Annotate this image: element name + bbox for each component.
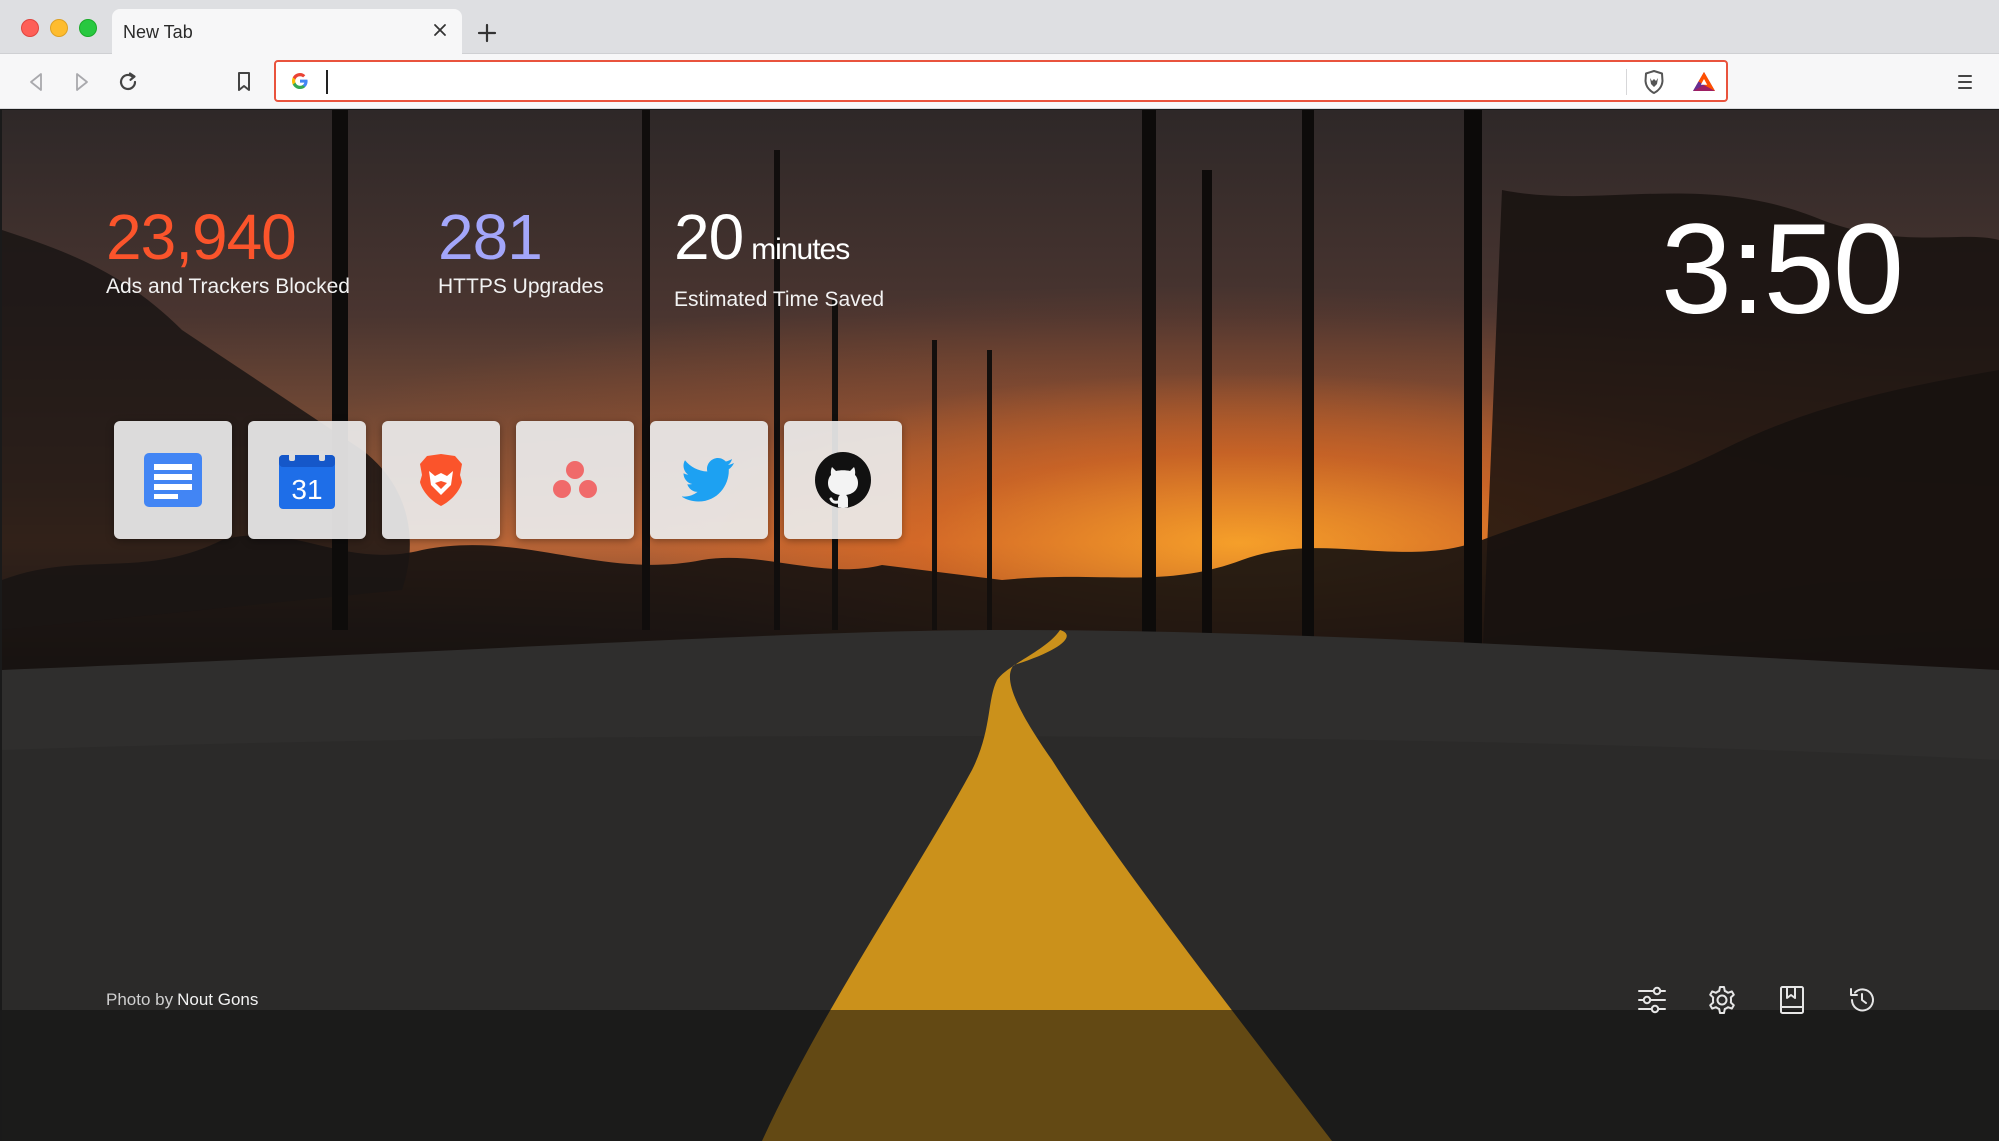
google-docs-icon xyxy=(144,453,202,507)
github-octocat-icon xyxy=(815,452,871,508)
new-tab-page: 23,940 Ads and Trackers Blocked 281 HTTP… xyxy=(2,110,1999,1141)
top-site-tile-calendar[interactable]: 31 xyxy=(248,421,366,539)
twitter-bird-icon xyxy=(682,458,734,502)
reload-icon xyxy=(119,72,137,91)
google-g-icon xyxy=(292,73,308,89)
history-button[interactable] xyxy=(1842,980,1882,1020)
customize-button[interactable] xyxy=(1632,980,1672,1020)
top-site-tile-twitter[interactable] xyxy=(650,421,768,539)
brave-shields-button[interactable] xyxy=(1639,67,1669,97)
https-upgrades-stat: 281 HTTPS Upgrades xyxy=(438,205,604,299)
history-icon xyxy=(1850,988,1874,1012)
time-saved-label: Estimated Time Saved xyxy=(674,288,885,311)
google-calendar-icon: 31 xyxy=(279,451,335,509)
bookmark-page-button[interactable] xyxy=(228,66,260,98)
ads-blocked-stat: 23,940 Ads and Trackers Blocked xyxy=(106,205,350,299)
text-caret xyxy=(326,70,328,94)
main-menu-button[interactable] xyxy=(1949,66,1981,98)
https-upgrades-label: HTTPS Upgrades xyxy=(438,275,604,298)
photo-credit: Photo by Nout Gons xyxy=(106,990,258,1010)
palm-trunk xyxy=(932,340,937,630)
forward-arrow-icon xyxy=(76,73,88,91)
back-arrow-icon xyxy=(30,73,42,91)
customize-sliders-icon xyxy=(1638,986,1666,1014)
close-icon xyxy=(434,24,446,36)
zoom-window-button[interactable] xyxy=(79,19,97,37)
palm-trunk xyxy=(332,110,348,630)
top-site-tile-asana[interactable] xyxy=(516,421,634,539)
brave-lion-icon xyxy=(420,454,462,506)
palm-trunk xyxy=(1202,170,1212,680)
settings-gear-icon xyxy=(1709,986,1735,1014)
https-upgrades-count: 281 xyxy=(438,201,543,273)
palm-trunk xyxy=(642,110,650,630)
bat-rewards-icon xyxy=(1693,72,1715,91)
ads-blocked-count: 23,940 xyxy=(106,201,297,273)
tab-close-button[interactable] xyxy=(428,18,452,42)
photo-credit-prefix: Photo by xyxy=(106,990,174,1009)
hamburger-menu-icon xyxy=(1958,75,1972,89)
bookmarks-icon xyxy=(1780,986,1804,1014)
top-site-tile-docs[interactable] xyxy=(114,421,232,539)
minimize-window-button[interactable] xyxy=(50,19,68,37)
address-input[interactable] xyxy=(320,65,1470,97)
back-button[interactable] xyxy=(20,66,52,98)
time-saved-value-row: 20 minutes xyxy=(674,205,884,282)
brave-shield-icon xyxy=(1644,70,1664,94)
calendar-day-number: 31 xyxy=(291,474,322,505)
asana-icon xyxy=(553,461,597,498)
plus-icon xyxy=(477,23,497,43)
palm-trunk xyxy=(1142,110,1156,680)
close-window-button[interactable] xyxy=(21,19,39,37)
time-saved-stat: 20 minutes Estimated Time Saved xyxy=(674,205,884,312)
forward-button[interactable] xyxy=(66,66,98,98)
photo-credit-author-link[interactable]: Nout Gons xyxy=(177,990,258,1009)
palm-trunk xyxy=(1302,110,1314,670)
omnibox-divider xyxy=(1626,69,1627,95)
tab-new-tab[interactable]: New Tab xyxy=(112,9,462,54)
top-site-tile-github[interactable] xyxy=(784,421,902,539)
time-saved-count: 20 xyxy=(674,201,744,273)
clock: 3:50 xyxy=(1660,198,1904,341)
top-site-tile-brave[interactable] xyxy=(382,421,500,539)
reload-button[interactable] xyxy=(112,66,144,98)
bookmarks-button[interactable] xyxy=(1772,980,1812,1020)
palm-trunk xyxy=(1464,110,1482,680)
ads-blocked-label: Ads and Trackers Blocked xyxy=(106,275,350,298)
settings-button[interactable] xyxy=(1702,980,1742,1020)
road-vignette xyxy=(2,1010,1999,1141)
address-bar[interactable] xyxy=(274,60,1728,102)
title-bar: New Tab xyxy=(0,0,1999,54)
bookmark-icon xyxy=(238,72,250,91)
time-saved-unit: minutes xyxy=(751,233,850,266)
brave-rewards-button[interactable] xyxy=(1689,67,1719,97)
new-tab-button[interactable] xyxy=(472,18,502,48)
palm-trunk xyxy=(987,350,992,630)
browser-toolbar xyxy=(0,54,1999,109)
tab-title: New Tab xyxy=(123,22,193,42)
